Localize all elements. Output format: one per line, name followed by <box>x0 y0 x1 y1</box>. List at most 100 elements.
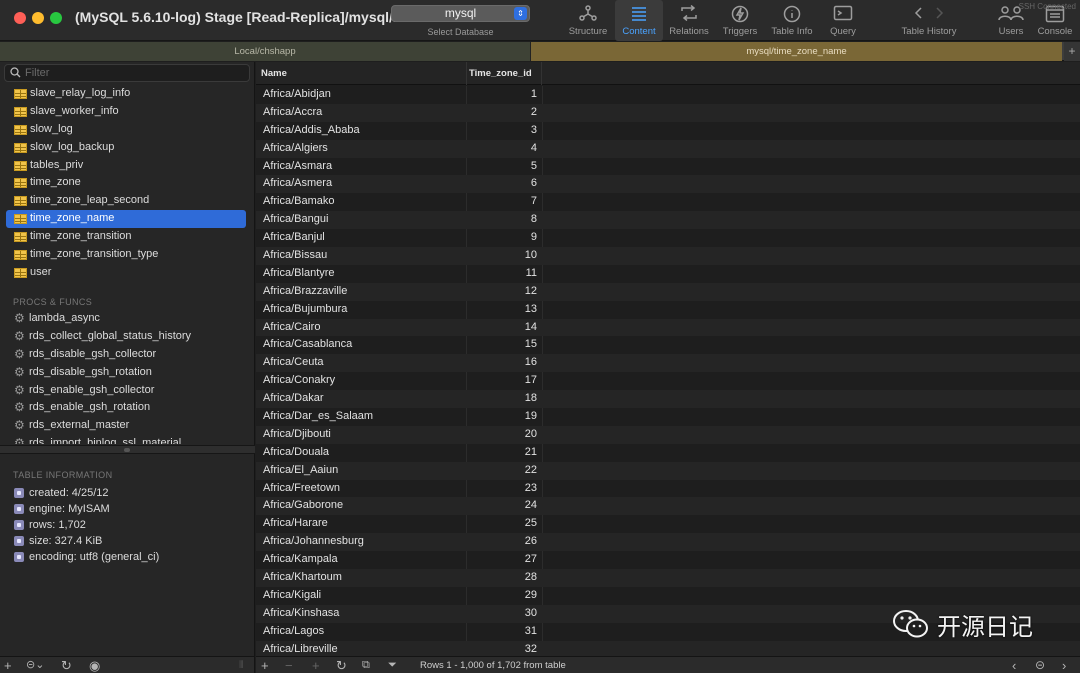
cell-name[interactable]: Africa/Khartoum <box>263 569 342 587</box>
cell-name[interactable]: Africa/Banjul <box>263 229 325 247</box>
sidebar-split-handle[interactable] <box>0 445 255 454</box>
table-row[interactable]: Africa/Cairo 14 <box>256 318 1080 337</box>
refresh-icon[interactable]: ↻ <box>61 657 72 673</box>
cell-time-zone-id[interactable]: 22 <box>468 462 537 480</box>
cell-name[interactable]: Africa/Bujumbura <box>263 301 347 319</box>
cell-name[interactable]: Africa/Bissau <box>263 247 327 265</box>
table-row[interactable]: Africa/Libreville 32 <box>256 640 1080 656</box>
pagination-settings-icon[interactable]: ⊝ <box>1035 657 1045 673</box>
previous-page-button[interactable]: ‹ <box>1012 657 1016 673</box>
refresh-icon[interactable]: ↻ <box>336 657 347 673</box>
sidebar-proc-item[interactable]: ⚙ rds_enable_gsh_rotation <box>6 399 246 417</box>
cell-time-zone-id[interactable]: 25 <box>468 515 537 533</box>
sidebar-proc-item[interactable]: ⚙ rds_disable_gsh_rotation <box>6 364 246 382</box>
cell-name[interactable]: Africa/Libreville <box>263 641 338 656</box>
eye-icon[interactable]: ◉ <box>89 657 100 673</box>
column-header-time-zone-id[interactable]: Time_zone_id <box>466 62 542 85</box>
cell-name[interactable]: Africa/Cairo <box>263 319 320 337</box>
table-row[interactable]: Africa/Banjul 9 <box>256 229 1080 247</box>
cell-name[interactable]: Africa/Lagos <box>263 623 324 641</box>
close-window-button[interactable] <box>14 12 26 24</box>
table-row[interactable]: Africa/Djibouti 20 <box>256 425 1080 444</box>
tab-time-zone-name[interactable]: mysql/time_zone_name <box>530 42 1062 61</box>
sidebar-table-item[interactable]: slave_relay_log_info <box>6 85 246 103</box>
cell-name[interactable]: Africa/El_Aaiun <box>263 462 338 480</box>
database-select[interactable]: mysql ⇕ <box>391 5 530 22</box>
add-tab-button[interactable]: + <box>1064 42 1080 61</box>
sidebar-table-item[interactable]: time_zone_transition <box>6 228 246 246</box>
sidebar-proc-item[interactable]: ⚙ rds_collect_global_status_history <box>6 328 246 346</box>
cell-time-zone-id[interactable]: 19 <box>468 408 537 426</box>
cell-name[interactable]: Africa/Asmara <box>263 158 332 176</box>
cell-time-zone-id[interactable]: 12 <box>468 283 537 301</box>
sidebar-table-item[interactable]: time_zone_transition_type <box>6 246 246 264</box>
table-row[interactable]: Africa/Khartoum 28 <box>256 569 1080 587</box>
cell-name[interactable]: Africa/Kigali <box>263 587 321 605</box>
table-row[interactable]: Africa/Addis_Ababa 3 <box>256 122 1080 140</box>
cell-time-zone-id[interactable]: 15 <box>468 336 537 354</box>
sidebar-proc-item[interactable]: ⚙ lambda_async <box>6 310 246 328</box>
cell-time-zone-id[interactable]: 10 <box>468 247 537 265</box>
remove-row-button[interactable]: − <box>285 657 293 673</box>
cell-time-zone-id[interactable]: 28 <box>468 569 537 587</box>
cell-time-zone-id[interactable]: 8 <box>468 211 537 229</box>
toolbar-table-history-button[interactable]: Table History <box>896 0 962 41</box>
table-row[interactable]: Africa/Bangui 8 <box>256 211 1080 230</box>
sidebar-table-item[interactable]: tables_priv <box>6 157 246 175</box>
cell-time-zone-id[interactable]: 16 <box>468 354 537 372</box>
cell-time-zone-id[interactable]: 31 <box>468 623 537 641</box>
cell-time-zone-id[interactable]: 7 <box>468 193 537 211</box>
sidebar-table-item[interactable]: slave_worker_info <box>6 103 246 121</box>
sidebar-table-item-selected[interactable]: time_zone_name <box>6 210 246 229</box>
cell-time-zone-id[interactable]: 14 <box>468 319 537 337</box>
cell-time-zone-id[interactable]: 4 <box>468 140 537 158</box>
cell-name[interactable]: Africa/Harare <box>263 515 328 533</box>
table-row[interactable]: Africa/Dakar 18 <box>256 390 1080 409</box>
column-header-name[interactable]: Name <box>261 62 466 85</box>
table-row[interactable]: Africa/Kigali 29 <box>256 587 1080 605</box>
cell-name[interactable]: Africa/Dakar <box>263 390 324 408</box>
cell-name[interactable]: Africa/Freetown <box>263 480 340 498</box>
cell-name[interactable]: Africa/Kinshasa <box>263 605 339 623</box>
table-row[interactable]: Africa/Gaborone 24 <box>256 497 1080 516</box>
toolbar-table-info-button[interactable]: Table Info <box>768 0 816 41</box>
cell-time-zone-id[interactable]: 3 <box>468 122 537 140</box>
cell-name[interactable]: Africa/Conakry <box>263 372 335 390</box>
add-table-button[interactable]: + <box>4 657 12 673</box>
toolbar-triggers-button[interactable]: Triggers <box>719 0 761 41</box>
table-row[interactable]: Africa/Conakry 17 <box>256 372 1080 390</box>
sidebar-table-item[interactable]: user <box>6 264 246 282</box>
cell-time-zone-id[interactable]: 17 <box>468 372 537 390</box>
table-row[interactable]: Africa/Bissau 10 <box>256 247 1080 265</box>
cell-name[interactable]: Africa/Dar_es_Salaam <box>263 408 373 426</box>
table-row[interactable]: Africa/Algiers 4 <box>256 139 1080 158</box>
cell-name[interactable]: Africa/Bamako <box>263 193 335 211</box>
table-row[interactable]: Africa/Casablanca 15 <box>256 336 1080 354</box>
cell-name[interactable]: Africa/Ceuta <box>263 354 324 372</box>
sidebar-proc-item[interactable]: ⚙ rds_disable_gsh_collector <box>6 346 246 364</box>
cell-time-zone-id[interactable]: 30 <box>468 605 537 623</box>
table-row[interactable]: Africa/El_Aaiun 22 <box>256 461 1080 480</box>
duplicate-row-button[interactable]: + <box>312 657 320 673</box>
cell-time-zone-id[interactable]: 26 <box>468 533 537 551</box>
cell-time-zone-id[interactable]: 6 <box>468 175 537 193</box>
cell-time-zone-id[interactable]: 18 <box>468 390 537 408</box>
sidebar-proc-item[interactable]: ⚙ rds_import_binlog_ssl_material <box>6 435 246 444</box>
toolbar-query-button[interactable]: Query <box>824 0 862 41</box>
sidebar-actions-menu-button[interactable]: ⊝⌄ <box>26 657 44 673</box>
table-row[interactable]: Africa/Freetown 23 <box>256 480 1080 498</box>
cell-time-zone-id[interactable]: 21 <box>468 444 537 462</box>
cell-name[interactable]: Africa/Accra <box>263 104 322 122</box>
cell-name[interactable]: Africa/Djibouti <box>263 426 331 444</box>
zoom-window-button[interactable] <box>50 12 62 24</box>
cell-name[interactable]: Africa/Blantyre <box>263 265 335 283</box>
resize-grip-icon[interactable]: ⦀ <box>239 657 243 673</box>
cell-name[interactable]: Africa/Asmera <box>263 175 332 193</box>
export-icon[interactable]: ⧉ <box>362 657 370 673</box>
table-row[interactable]: Africa/Harare 25 <box>256 515 1080 533</box>
toolbar-relations-button[interactable]: Relations <box>667 0 711 41</box>
table-row[interactable]: Africa/Accra 2 <box>256 103 1080 122</box>
table-row[interactable]: Africa/Brazzaville 12 <box>256 282 1080 301</box>
next-page-button[interactable]: › <box>1062 657 1066 673</box>
cell-time-zone-id[interactable]: 9 <box>468 229 537 247</box>
